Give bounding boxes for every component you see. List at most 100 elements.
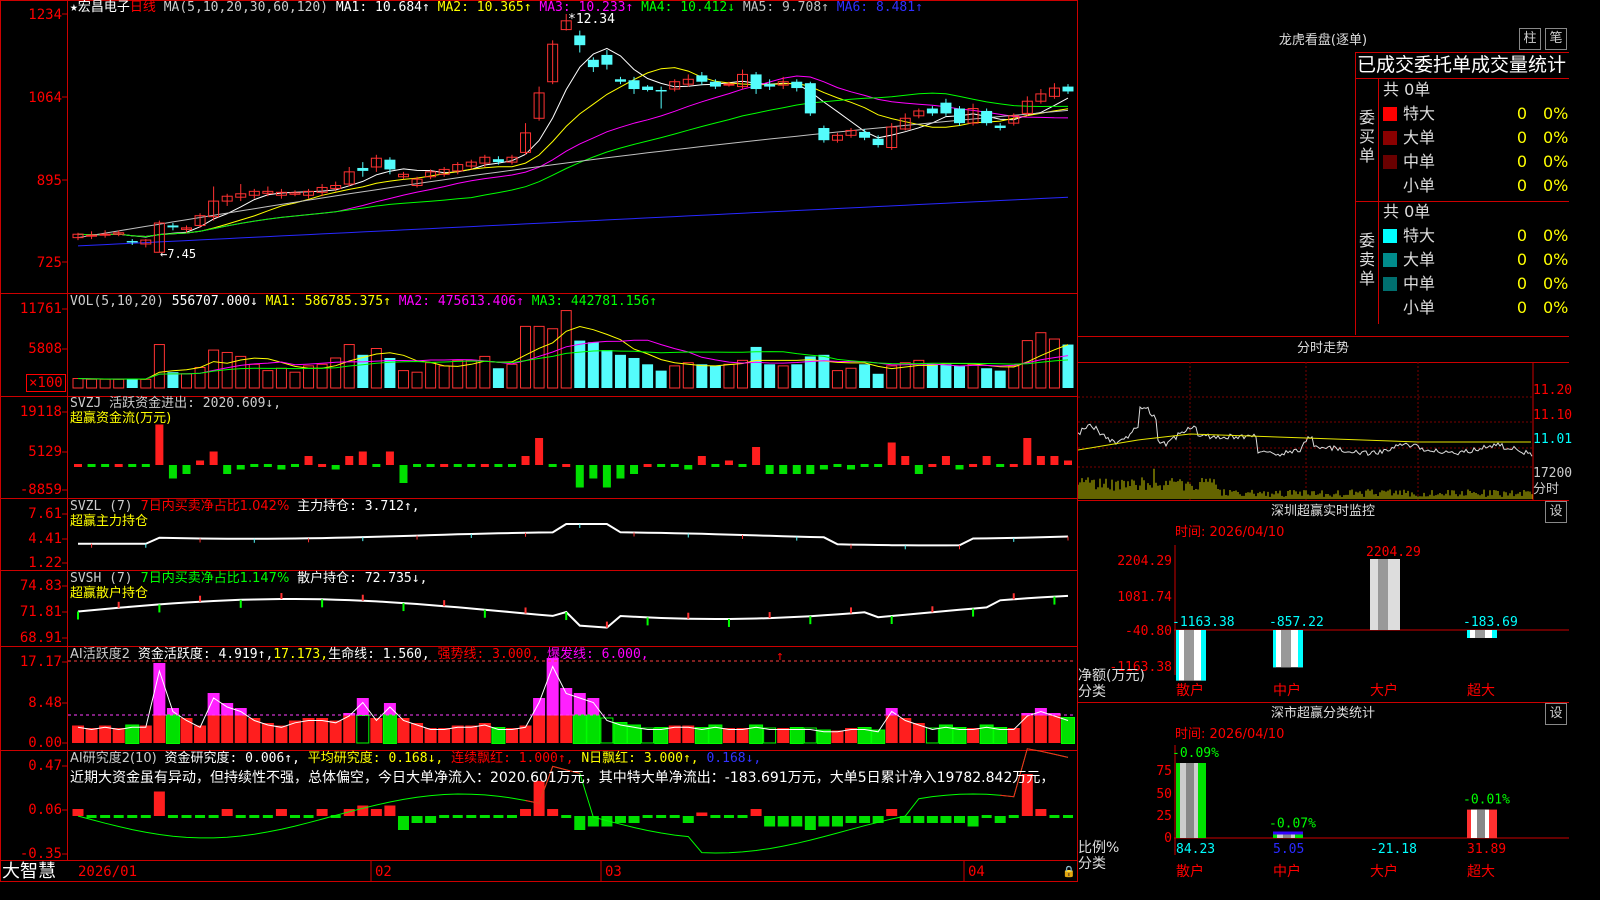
flow-tick — [427, 464, 435, 467]
activity-bar-up — [343, 716, 355, 744]
lock-icon[interactable]: 🔒 — [1062, 864, 1076, 880]
buy-row-2[interactable]: 大单 0 0% — [1383, 126, 1569, 150]
svzj-sub: 超赢资金流(万元) — [70, 411, 171, 427]
vol-bar-up — [209, 350, 219, 388]
stats-axis-4: 0 — [1138, 831, 1172, 847]
candle-down — [927, 109, 938, 114]
candle-down — [384, 160, 395, 170]
sell-row-1[interactable]: 特大 0 0% — [1383, 224, 1569, 248]
research-tick — [507, 815, 517, 818]
flow-bar — [589, 465, 597, 479]
buy-pct: 0% — [1543, 150, 1568, 174]
favorite-star-icon[interactable]: ★ — [70, 0, 78, 15]
stats-category-3: 大户 — [1370, 864, 1398, 880]
stats-bar-shade — [1186, 763, 1194, 838]
flow-tick — [996, 464, 1004, 467]
sz-monitor-settings-button[interactable]: 设 — [1545, 501, 1567, 523]
activity-bar-fill — [818, 731, 830, 744]
flow-tick — [142, 464, 150, 467]
sell-name: 特大 — [1403, 226, 1435, 245]
vol-bar-up — [724, 364, 734, 388]
ma2-value: MA2: 10.365↑ — [430, 0, 532, 15]
research-bar — [629, 816, 640, 823]
activity-bar-up — [506, 728, 518, 743]
sz-x-label: 分类 — [1078, 684, 1106, 700]
flow-bar — [1050, 456, 1058, 465]
vol-ma3-line — [78, 351, 1068, 380]
sell-row-2[interactable]: 大单 0 0% — [1383, 248, 1569, 272]
vol-bar-down — [656, 371, 667, 388]
kline-chart-svg[interactable]: ↑ — [0, 0, 1078, 882]
buy-row-3[interactable]: 中单 0 0% — [1383, 150, 1569, 174]
research-bar — [371, 809, 382, 816]
research-tick — [181, 815, 191, 818]
vol-bar-up — [87, 379, 97, 388]
activity-burst-bar — [384, 703, 396, 716]
tick-mode-button[interactable]: 笔 — [1545, 28, 1567, 50]
svzl-axis-3: 1.22 — [0, 555, 62, 571]
sz-stats-settings-button[interactable]: 设 — [1545, 703, 1567, 725]
flow-bar — [277, 465, 285, 470]
sell-row-4[interactable]: 小单 0 0% — [1383, 296, 1569, 320]
flow-tick — [494, 464, 502, 467]
sz-monitor-chart[interactable]: -1163.38 -857.22 2204.29 -183.69 — [1174, 545, 1569, 685]
flow-tick — [711, 464, 719, 467]
research-bar — [73, 809, 84, 816]
flow-bar — [779, 465, 787, 474]
vol-unit-badge[interactable]: ×100 — [26, 374, 66, 392]
research-tick — [453, 815, 463, 818]
svsh-sub: 超赢散户持仓 — [70, 586, 148, 602]
candle-down — [791, 82, 802, 88]
sz-bar-edge — [1298, 630, 1303, 667]
brand-logo: 大智慧 — [2, 862, 56, 882]
vol-bar-up — [412, 372, 422, 388]
vol-bar-up — [561, 311, 571, 388]
vol-axis-1: 11761 — [0, 301, 62, 317]
period-label[interactable]: 日线 — [130, 0, 156, 15]
lhb-title: 龙虎看盘(逐单) — [1078, 30, 1568, 52]
research-bar — [859, 816, 870, 823]
research-tick — [1049, 815, 1059, 818]
sz-stats-chart[interactable]: -0.09% 84.23 -0.07% 5.05 -21.18 -0.01% 31.89 — [1174, 745, 1569, 855]
vol-bar-up — [1009, 366, 1019, 388]
buy-row-1[interactable]: 特大 0 0% — [1383, 102, 1569, 126]
flow-bar — [237, 465, 245, 470]
vol-bar-up — [73, 379, 83, 388]
flow-bar — [915, 465, 923, 474]
activity-bar-fill — [167, 716, 179, 744]
flow-tick — [549, 464, 557, 467]
vol-bar-down — [764, 364, 775, 388]
research-tick — [168, 815, 178, 818]
research-bar — [832, 816, 843, 827]
bar-mode-button[interactable]: 柱 — [1519, 28, 1541, 50]
flow-bar — [169, 465, 177, 479]
kline-chart-area[interactable]: ↑ ★宏昌电子日线 MA(5,10,20,30,60,120) MA1: 10.… — [0, 0, 1078, 882]
activity-bar-up — [86, 728, 98, 743]
flow-tick — [250, 464, 258, 467]
flow-tick — [739, 464, 747, 467]
sell-row-3[interactable]: 中单 0 0% — [1383, 272, 1569, 296]
research-tick — [114, 815, 124, 818]
sell-pct: 0% — [1543, 224, 1568, 248]
vol-bar-up — [141, 379, 151, 388]
ai1-axis-3: 0.00 — [0, 735, 62, 751]
candle-down — [981, 111, 992, 123]
buy-row-4[interactable]: 小单 0 0% — [1383, 174, 1569, 198]
candle-down — [805, 83, 816, 113]
activity-bar-up — [777, 728, 789, 743]
research-tick — [1063, 815, 1073, 818]
buy-swatch — [1383, 107, 1397, 121]
activity-bar-up — [465, 726, 477, 744]
buy-total: 共 0单 — [1383, 78, 1430, 102]
research-tick — [236, 815, 246, 818]
buy-swatch — [1383, 179, 1397, 193]
activity-bar-up — [438, 728, 450, 743]
flow-bar — [1023, 438, 1031, 465]
activity-bar-down — [764, 728, 776, 743]
vol-bar-up — [114, 379, 124, 388]
research-bar — [764, 816, 775, 827]
intraday-chart[interactable] — [1078, 362, 1569, 502]
flow-tick — [833, 464, 841, 467]
vol-bar-up — [548, 329, 558, 388]
activity-bar-up — [723, 728, 735, 743]
